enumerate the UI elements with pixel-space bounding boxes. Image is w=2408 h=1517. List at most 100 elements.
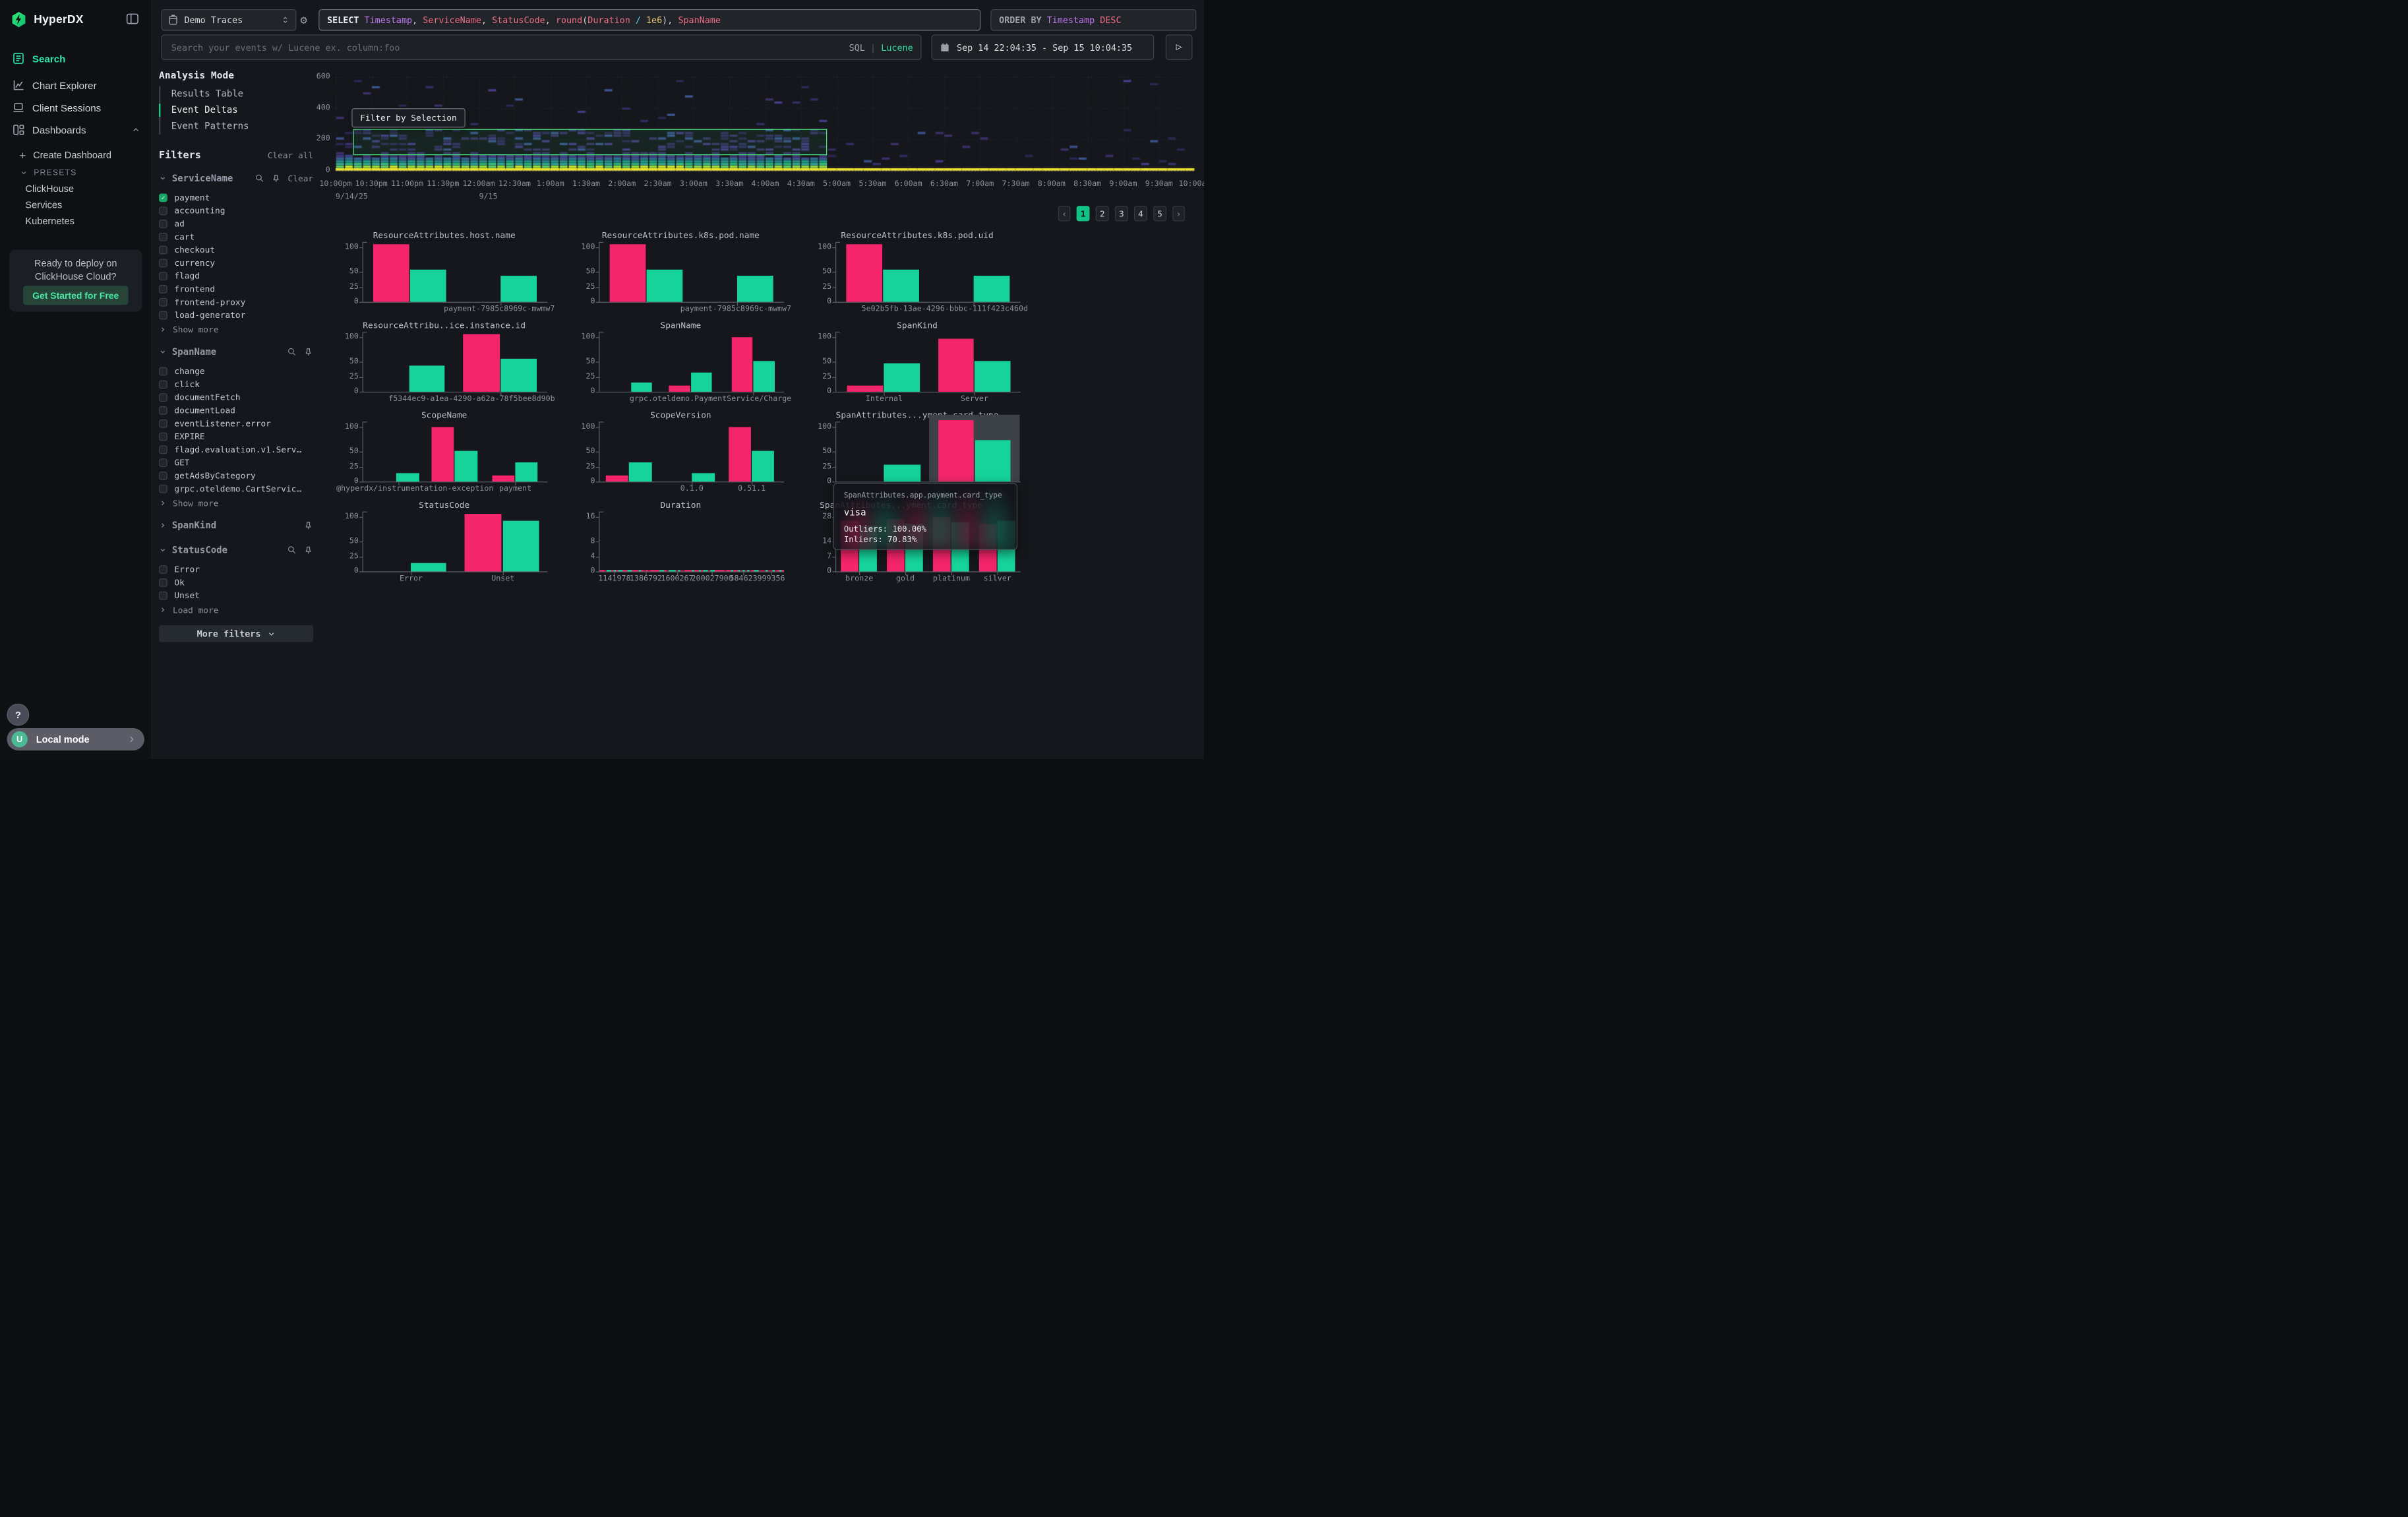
filter-option[interactable]: flagd.evaluation.v1.Serv…: [159, 443, 313, 456]
bar-inlier[interactable]: [752, 451, 774, 482]
show-more-button[interactable]: Show more: [159, 323, 313, 336]
gear-icon[interactable]: ⚙: [300, 13, 307, 27]
sidebar-item-client-sessions[interactable]: Client Sessions: [0, 98, 151, 117]
filter-option[interactable]: frontend-proxy: [159, 295, 313, 309]
filter-option[interactable]: grpc.oteldemo.CartServic…: [159, 482, 313, 495]
filter-option[interactable]: accounting: [159, 204, 313, 218]
filter-option[interactable]: flagd: [159, 270, 313, 283]
order-by-editor[interactable]: ORDER BY Timestamp DESC: [990, 9, 1196, 31]
bar-inlier[interactable]: [411, 563, 446, 572]
bar-inlier[interactable]: [410, 270, 446, 302]
bar-outlier[interactable]: [373, 244, 409, 301]
bar-inlier[interactable]: [454, 451, 477, 482]
clear-all-button[interactable]: Clear all: [268, 150, 313, 160]
user-menu[interactable]: U Local mode: [7, 728, 144, 751]
filter-option[interactable]: Error: [159, 563, 313, 576]
filter-group-header-statuscode[interactable]: StatusCode: [159, 543, 313, 557]
filter-option[interactable]: eventListener.error: [159, 417, 313, 430]
filter-option[interactable]: getAdsByCategory: [159, 470, 313, 483]
checkbox-icon[interactable]: [159, 578, 167, 587]
bar-outlier[interactable]: [606, 476, 628, 481]
checkbox-icon[interactable]: [159, 393, 167, 402]
bar-outlier[interactable]: [465, 514, 502, 571]
bar-inlier[interactable]: [631, 383, 652, 392]
bar-inlier[interactable]: [409, 365, 444, 392]
pin-icon[interactable]: [303, 545, 313, 555]
pin-icon[interactable]: [303, 520, 313, 530]
create-dashboard-button[interactable]: Create Dashboard: [0, 148, 151, 163]
filter-option[interactable]: documentFetch: [159, 391, 313, 404]
checkbox-icon[interactable]: [159, 311, 167, 320]
bar-inlier[interactable]: [396, 473, 419, 481]
pagination-page-1[interactable]: 1: [1077, 206, 1090, 221]
pagination-page-2[interactable]: 2: [1096, 206, 1109, 221]
bar-outlier[interactable]: [729, 427, 751, 481]
filter-option[interactable]: documentLoad: [159, 404, 313, 418]
help-button[interactable]: ?: [7, 704, 29, 726]
checkbox-icon[interactable]: [159, 592, 167, 600]
run-query-button[interactable]: ▷: [1166, 34, 1193, 59]
clear-group-button[interactable]: Clear: [288, 173, 314, 183]
filter-option[interactable]: Unset: [159, 589, 313, 602]
get-started-button[interactable]: Get Started for Free: [23, 286, 129, 305]
checkbox-icon[interactable]: [159, 458, 167, 467]
filter-option[interactable]: click: [159, 378, 313, 391]
checkbox-icon[interactable]: [159, 220, 167, 228]
bar-inlier[interactable]: [515, 462, 537, 481]
filter-option[interactable]: checkout: [159, 243, 313, 257]
sidebar-item-search[interactable]: Search: [0, 49, 151, 68]
source-select[interactable]: Demo Traces: [162, 9, 297, 31]
pin-icon[interactable]: [271, 173, 281, 183]
bar-outlier[interactable]: [610, 244, 646, 301]
preset-item-services[interactable]: Services: [0, 197, 151, 212]
bar-inlier[interactable]: [883, 270, 918, 302]
bar-inlier[interactable]: [503, 521, 539, 572]
bar-outlier[interactable]: [938, 420, 973, 481]
filter-by-selection-button[interactable]: Filter by Selection: [351, 108, 465, 127]
checkbox-icon[interactable]: [159, 406, 167, 415]
more-filters-button[interactable]: More filters: [159, 625, 313, 642]
bar-outlier[interactable]: [431, 427, 454, 481]
pagination-page-3[interactable]: 3: [1115, 206, 1128, 221]
sidebar-item-chart-explorer[interactable]: Chart Explorer: [0, 76, 151, 94]
analysis-mode-event-deltas[interactable]: Event Deltas: [160, 102, 313, 118]
filter-option[interactable]: Ok: [159, 576, 313, 589]
preset-item-kubernetes[interactable]: Kubernetes: [0, 214, 151, 229]
filter-option[interactable]: cart: [159, 230, 313, 243]
bar-outlier[interactable]: [847, 386, 883, 392]
checkbox-icon[interactable]: [159, 485, 167, 493]
heatmap-selection-rect[interactable]: [353, 129, 828, 156]
date-range-picker[interactable]: Sep 14 22:04:35 - Sep 15 10:04:35: [932, 34, 1155, 59]
checkbox-icon[interactable]: [159, 419, 167, 428]
checkbox-icon[interactable]: [159, 259, 167, 267]
checkbox-icon[interactable]: [159, 565, 167, 574]
analysis-mode-event-patterns[interactable]: Event Patterns: [160, 118, 313, 134]
bar-outlier[interactable]: [669, 386, 690, 392]
checkbox-icon[interactable]: [159, 272, 167, 280]
filter-option[interactable]: load-generator: [159, 309, 313, 322]
bar-inlier[interactable]: [500, 276, 536, 302]
bar-outlier[interactable]: [938, 339, 973, 392]
search-icon[interactable]: [287, 347, 297, 356]
bar-inlier[interactable]: [975, 361, 1010, 392]
search-input[interactable]: [169, 41, 849, 53]
load-more-button[interactable]: Load more: [159, 604, 313, 616]
search-icon[interactable]: [255, 173, 264, 183]
bar-inlier[interactable]: [500, 359, 536, 392]
bar-inlier[interactable]: [629, 462, 652, 481]
sidebar-item-dashboards[interactable]: Dashboards: [0, 121, 151, 139]
filter-group-header-spanname[interactable]: SpanName: [159, 345, 313, 359]
filter-group-header-spankind[interactable]: SpanKind: [159, 518, 313, 532]
filter-option[interactable]: ad: [159, 218, 313, 231]
bar-outlier[interactable]: [731, 337, 752, 392]
bar-inlier[interactable]: [691, 373, 712, 392]
checkbox-icon[interactable]: [159, 285, 167, 294]
checkbox-icon[interactable]: [159, 367, 167, 376]
filter-group-header-servicename[interactable]: ServiceNameClear: [159, 171, 313, 185]
filter-option[interactable]: change: [159, 365, 313, 378]
bar-inlier[interactable]: [647, 270, 682, 302]
filter-option[interactable]: EXPIRE: [159, 430, 313, 443]
bar-outlier[interactable]: [463, 334, 500, 392]
pagination-prev-button[interactable]: ‹: [1058, 206, 1071, 221]
pagination-page-5[interactable]: 5: [1153, 206, 1166, 221]
